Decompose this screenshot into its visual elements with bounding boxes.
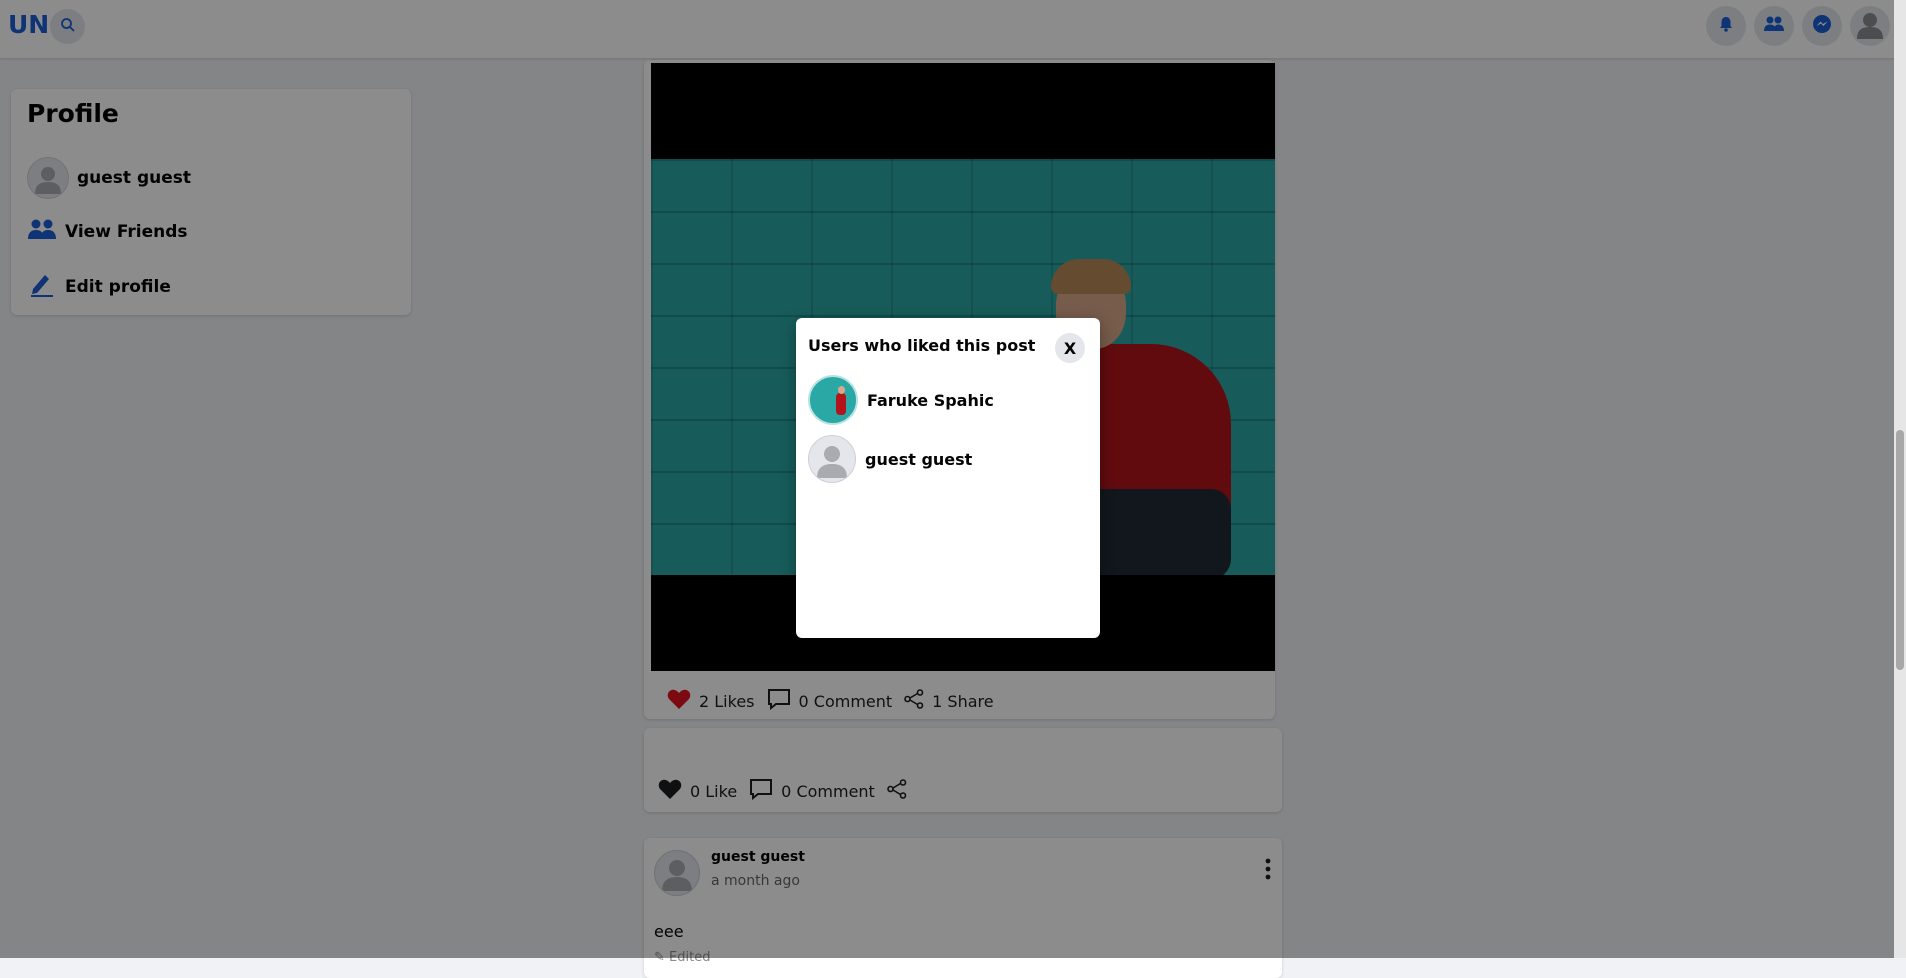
avatar xyxy=(808,435,856,483)
close-button[interactable]: X xyxy=(1055,333,1085,363)
liker-name[interactable]: guest guest xyxy=(865,450,972,469)
avatar xyxy=(808,375,858,425)
liker-name[interactable]: Faruke Spahic xyxy=(867,391,994,410)
likes-modal: Users who liked this post X Faruke Spahi… xyxy=(796,318,1100,638)
scrollbar[interactable] xyxy=(1894,0,1906,958)
modal-title: Users who liked this post xyxy=(808,336,1036,355)
liker-item[interactable]: guest guest xyxy=(808,435,972,483)
user-avatar-icon xyxy=(817,446,847,478)
liker-item[interactable]: Faruke Spahic xyxy=(808,375,994,425)
scrollbar-thumb[interactable] xyxy=(1896,430,1904,670)
